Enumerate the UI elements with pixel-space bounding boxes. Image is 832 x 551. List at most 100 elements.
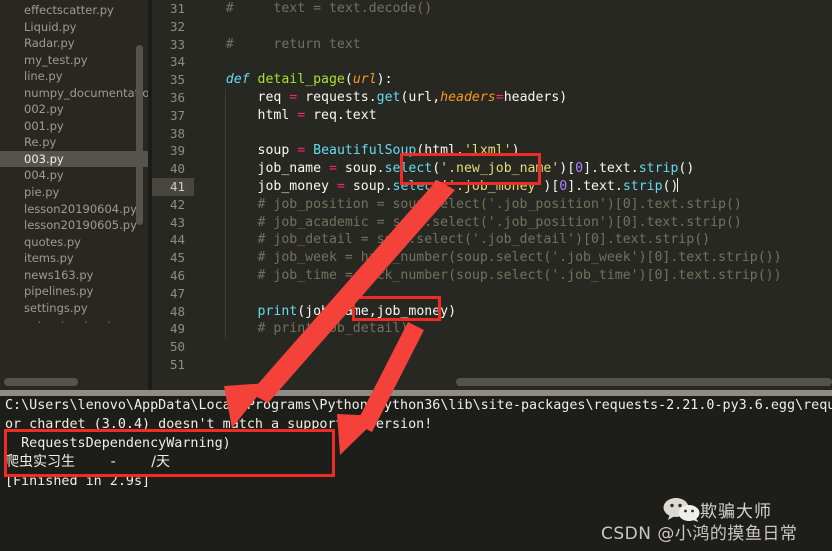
sidebar-item[interactable]: pie.py	[0, 184, 148, 201]
code-token: text = text.decode()	[241, 1, 433, 16]
sidebar-item-label: lesson20190605.py	[24, 218, 137, 233]
line-number: 43	[169, 214, 185, 230]
code-token: (html,	[416, 143, 464, 159]
sidebar-item-label: quotes.py	[24, 234, 81, 249]
code-token: (	[432, 161, 441, 177]
code-line[interactable]	[194, 284, 832, 303]
sidebar-item[interactable]: 002.py	[0, 101, 148, 118]
sidebar-item[interactable]: 003.py	[0, 150, 148, 168]
sidebar-item[interactable]: my_test.py	[0, 52, 148, 69]
code-line[interactable]: # job_week = hack_number(soup.select('.j…	[194, 249, 832, 267]
sidebar-item-label: effectscatter.py	[24, 3, 114, 17]
code-token: ()	[678, 161, 695, 177]
line-number: 41	[152, 177, 194, 196]
indent-guide	[225, 88, 226, 107]
line-number: 46	[169, 267, 185, 283]
sidebar-item[interactable]: news163.py	[0, 267, 148, 284]
sidebar-item[interactable]: pipelines.py	[0, 283, 148, 300]
code-token: url	[352, 72, 377, 88]
sidebar-item[interactable]: Liquid.py	[0, 19, 148, 36]
sidebar-item[interactable]: Re.py	[0, 134, 148, 151]
code-token: BeautifulSoup	[313, 143, 417, 159]
code-token: select	[384, 161, 433, 177]
indent-guide	[225, 284, 226, 303]
code-line[interactable]: # job_position = soup.select('.job_posit…	[194, 195, 832, 214]
sidebar-item-label: numpy_documentatio	[24, 85, 148, 100]
indent-guide	[225, 249, 226, 267]
line-number: 47	[169, 285, 185, 301]
sidebar-item[interactable]: 001.py	[0, 118, 148, 135]
code-token: ):	[376, 72, 393, 88]
code-line[interactable]: # text = text.decode()	[194, 0, 832, 18]
indent-guide	[225, 320, 226, 339]
sidebar-item-label: my_test.py	[24, 52, 88, 67]
code-token: job_money	[194, 178, 337, 194]
code-token: ()	[662, 178, 679, 194]
line-number: 38	[169, 125, 185, 141]
sidebar-item[interactable]: numpy_documentatio	[0, 85, 148, 102]
sidebar-item[interactable]: settings.py	[0, 300, 148, 317]
code-line[interactable]: # print(job_detail)	[194, 320, 832, 339]
code-token: # job_detail = soup.select('.job_detail'…	[194, 232, 711, 248]
sidebar-item[interactable]: line.py	[0, 68, 148, 85]
sidebar-item[interactable]: items.py	[0, 250, 148, 267]
code-line[interactable]: job_name = soup.select('.new_job_name')[…	[194, 160, 832, 178]
sidebar-item-label: Liquid.py	[24, 19, 77, 34]
code-line[interactable]: html = req.text	[194, 106, 832, 125]
console-line: [Finished in 2.9s]	[5, 474, 151, 489]
code-line[interactable]: req = requests.get(url,headers=headers)	[194, 88, 832, 107]
indent-guide	[225, 177, 226, 196]
code-line[interactable]	[194, 124, 832, 143]
sidebar-item[interactable]: Radar.py	[0, 35, 148, 52]
code-token: (job_name,job_money)	[297, 303, 457, 319]
file-list[interactable]: effectscatter.py Liquid.py Radar.py my_test…	[0, 0, 148, 316]
code-token: '.new_job_name'	[440, 161, 560, 177]
code-line[interactable]: def detail_page(url):	[194, 71, 832, 89]
sidebar-item-label: pipelines.py	[24, 284, 94, 299]
editor-hscrollbar-track[interactable]	[152, 374, 832, 390]
sidebar-hscrollbar-thumb[interactable]	[4, 378, 78, 386]
sidebar-item[interactable]: effectscatter.py	[0, 2, 148, 19]
sidebar-item[interactable]: quotes.py	[0, 234, 148, 251]
line-number: 36	[169, 89, 185, 105]
code-token: select	[392, 178, 441, 194]
code-line[interactable]: job_money = soup.select('.job_money')[0]…	[194, 177, 832, 196]
code-token: # job_week = hack_number(soup.select('.j…	[194, 250, 782, 266]
sublime-text-window: effectscatter.py Liquid.py Radar.py my_test…	[0, 0, 832, 551]
code-editor[interactable]: 31 32 33 34 35 36 37 38 39 40 41 42 43 44 45 46 47 48 49 50…	[152, 0, 832, 390]
sidebar-item[interactable]: lesson20190604.py	[0, 201, 148, 218]
sidebar-item-label: lesson20190604.py	[24, 201, 137, 216]
line-number: 35	[169, 72, 185, 88]
code-token: =	[336, 178, 345, 194]
watermark-csdn: CSDN @小鸿的摸鱼日常	[601, 524, 798, 544]
sidebar-item-label: Radar.py	[24, 36, 75, 51]
code-line[interactable]: # job_detail = soup.select('.job_detail'…	[194, 231, 832, 250]
code-line[interactable]: # return text	[194, 36, 832, 54]
line-number: 33	[169, 36, 185, 52]
file-sidebar[interactable]: effectscatter.py Liquid.py Radar.py my_test…	[0, 0, 148, 390]
code-token: html	[194, 107, 298, 123]
code-token: print	[257, 303, 298, 319]
code-area[interactable]: # text = text.decode() # return text def…	[194, 0, 832, 375]
code-token: # job_time = hack_number(soup.select('.j…	[194, 267, 782, 283]
code-line[interactable]	[194, 338, 832, 356]
line-number: 48	[169, 303, 185, 319]
console-line: C:\Users\lenovo\AppData\Local\Programs\P…	[5, 398, 832, 413]
sidebar-hscrollbar-track[interactable]	[0, 374, 148, 390]
sidebar-item[interactable]: lesson20190605.py	[0, 217, 148, 234]
console-line: RequestsDependencyWarning)	[5, 436, 231, 451]
sidebar-item[interactable]: 004.py	[0, 167, 148, 184]
code-token: ].text.	[583, 161, 639, 177]
editor-hscrollbar-thumb[interactable]	[456, 378, 832, 386]
code-line[interactable]	[194, 53, 832, 71]
code-token: soup	[194, 143, 298, 159]
code-line[interactable]: # job_time = hack_number(soup.select('.j…	[194, 266, 832, 285]
code-token: req.text	[305, 107, 377, 123]
code-line[interactable]: soup = BeautifulSoup(html,'lxml')	[194, 142, 832, 161]
code-line[interactable]: # job_academic = soup.select('.job_posit…	[194, 213, 832, 232]
code-line[interactable]	[194, 18, 832, 36]
code-line[interactable]	[194, 356, 832, 374]
code-line[interactable]: print(job_name,job_money)	[194, 302, 832, 321]
sidebar-vscrollbar-thumb[interactable]	[136, 45, 143, 225]
code-token: )	[511, 143, 520, 159]
